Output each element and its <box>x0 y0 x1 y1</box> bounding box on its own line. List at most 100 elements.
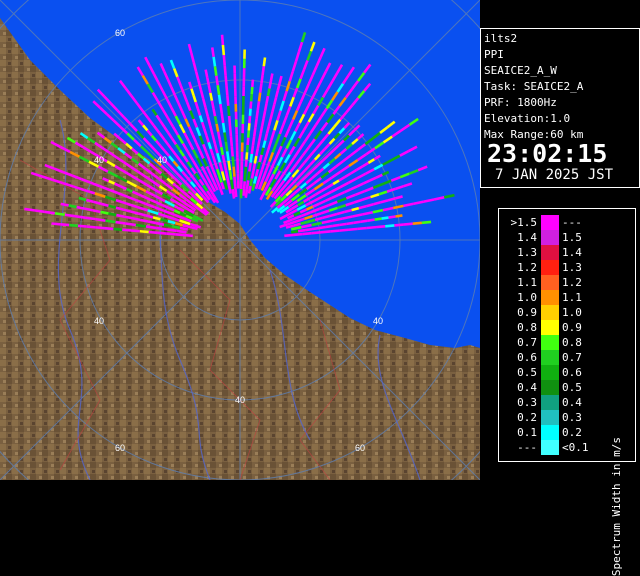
echo-segment <box>226 170 228 178</box>
range-label: 40 <box>373 316 383 326</box>
legend-row-right: 1.0 <box>562 305 582 320</box>
echo-segment <box>218 132 220 140</box>
echo-segment <box>206 70 208 78</box>
color-legend: >1.5---1.41.51.31.41.21.31.11.21.01.10.9… <box>498 208 636 462</box>
echo-segment <box>312 232 321 233</box>
echo-segment <box>375 219 382 220</box>
echo-segment <box>213 108 215 116</box>
echo-segment <box>149 232 158 233</box>
legend-row-left: 0.1 <box>503 425 537 440</box>
echo-segment <box>216 76 217 85</box>
echo-segment <box>264 57 265 66</box>
echo-segment <box>221 147 223 155</box>
legend-row-right: 0.6 <box>562 365 582 380</box>
echo-segment <box>116 215 124 217</box>
legend-row-left: 0.8 <box>503 320 537 335</box>
echo-segment <box>225 65 226 75</box>
legend-row-right: 1.1 <box>562 290 582 305</box>
echo-segment <box>256 169 258 176</box>
legend-swatch <box>541 260 559 275</box>
echo-segment <box>157 233 166 234</box>
echo-segment <box>227 96 228 106</box>
echo-segment <box>222 114 223 123</box>
legend-swatch <box>541 410 559 425</box>
echo-segment <box>385 225 394 226</box>
echo-segment <box>222 35 223 45</box>
legend-row-left: 0.4 <box>503 380 537 395</box>
echo-segment <box>60 224 69 225</box>
echo-segment <box>227 151 228 160</box>
echo-segment <box>248 138 249 145</box>
echo-segment <box>219 95 220 104</box>
echo-segment <box>233 156 234 166</box>
echo-segment <box>226 142 227 151</box>
echo-segment <box>69 225 78 226</box>
echo-segment <box>180 228 188 230</box>
echo-segment <box>212 101 214 109</box>
echo-segment <box>92 210 100 212</box>
echo-segment <box>258 141 259 149</box>
echo-segment <box>95 219 105 220</box>
echo-segment <box>175 234 184 235</box>
scan-date: 7 JAN 2025 JST <box>495 167 613 183</box>
echo-segment <box>166 234 175 235</box>
task-label: Task: SEAICE2_A <box>484 80 583 93</box>
echo-segment <box>220 139 222 147</box>
legend-row-left: --- <box>503 440 537 455</box>
echo-segment <box>259 134 260 142</box>
legend-row: >1.5--- <box>499 215 637 230</box>
echo-segment <box>265 104 266 112</box>
scan-time: 23:02:15 <box>487 140 607 168</box>
echo-segment <box>105 221 115 222</box>
echo-segment <box>257 110 258 119</box>
echo-segment <box>261 126 262 134</box>
echo-segment <box>224 163 226 171</box>
product-type: PPI <box>484 48 504 61</box>
echo-segment <box>229 186 231 194</box>
echo-segment <box>230 170 231 179</box>
echo-segment <box>260 155 262 162</box>
echo-segment <box>131 230 140 231</box>
echo-segment <box>116 222 126 223</box>
echo-segment <box>156 223 164 225</box>
echo-segment <box>61 204 69 206</box>
echo-segment <box>319 227 326 228</box>
echo-segment <box>220 104 221 113</box>
echo-segment <box>172 226 180 228</box>
echo-segment <box>361 221 368 222</box>
echo-segment <box>248 171 249 180</box>
echo-segment <box>209 85 211 93</box>
legend-row-right: 0.8 <box>562 335 582 350</box>
echo-segment <box>247 145 248 152</box>
legend-row-left: 1.2 <box>503 260 537 275</box>
echo-segment <box>246 189 247 198</box>
echo-segment <box>280 76 282 83</box>
radar-ppi-map[interactable]: 60 40 40 40 40 40 60 60 <box>0 0 480 480</box>
echo-segment <box>252 171 253 179</box>
echo-segment <box>358 228 367 229</box>
legend-row-right: 0.9 <box>562 320 582 335</box>
echo-segment <box>251 154 252 163</box>
prf-value: PRF: 1800Hz <box>484 96 557 109</box>
echo-segment <box>264 111 265 119</box>
echo-segment <box>235 187 236 197</box>
legend-row: 1.21.3 <box>499 260 637 275</box>
echo-segment <box>217 124 219 132</box>
echo-segment <box>253 136 254 145</box>
echo-segment <box>65 215 75 216</box>
echo-segment <box>226 85 227 95</box>
echo-segment <box>148 221 156 223</box>
echo-segment <box>249 163 250 172</box>
echo-segment <box>298 230 305 231</box>
range-label: 40 <box>94 316 104 326</box>
echo-segment <box>232 146 233 156</box>
elevation-value: Elevation:1.0 <box>484 112 570 125</box>
site-name: ilts2 <box>484 32 517 45</box>
legend-row-right: --- <box>562 215 582 230</box>
echo-segment <box>260 84 261 93</box>
range-label: 60 <box>115 28 125 38</box>
echo-segment <box>223 123 224 132</box>
echo-segment <box>395 215 402 216</box>
range-label: 40 <box>94 155 104 165</box>
echo-segment <box>247 180 248 189</box>
